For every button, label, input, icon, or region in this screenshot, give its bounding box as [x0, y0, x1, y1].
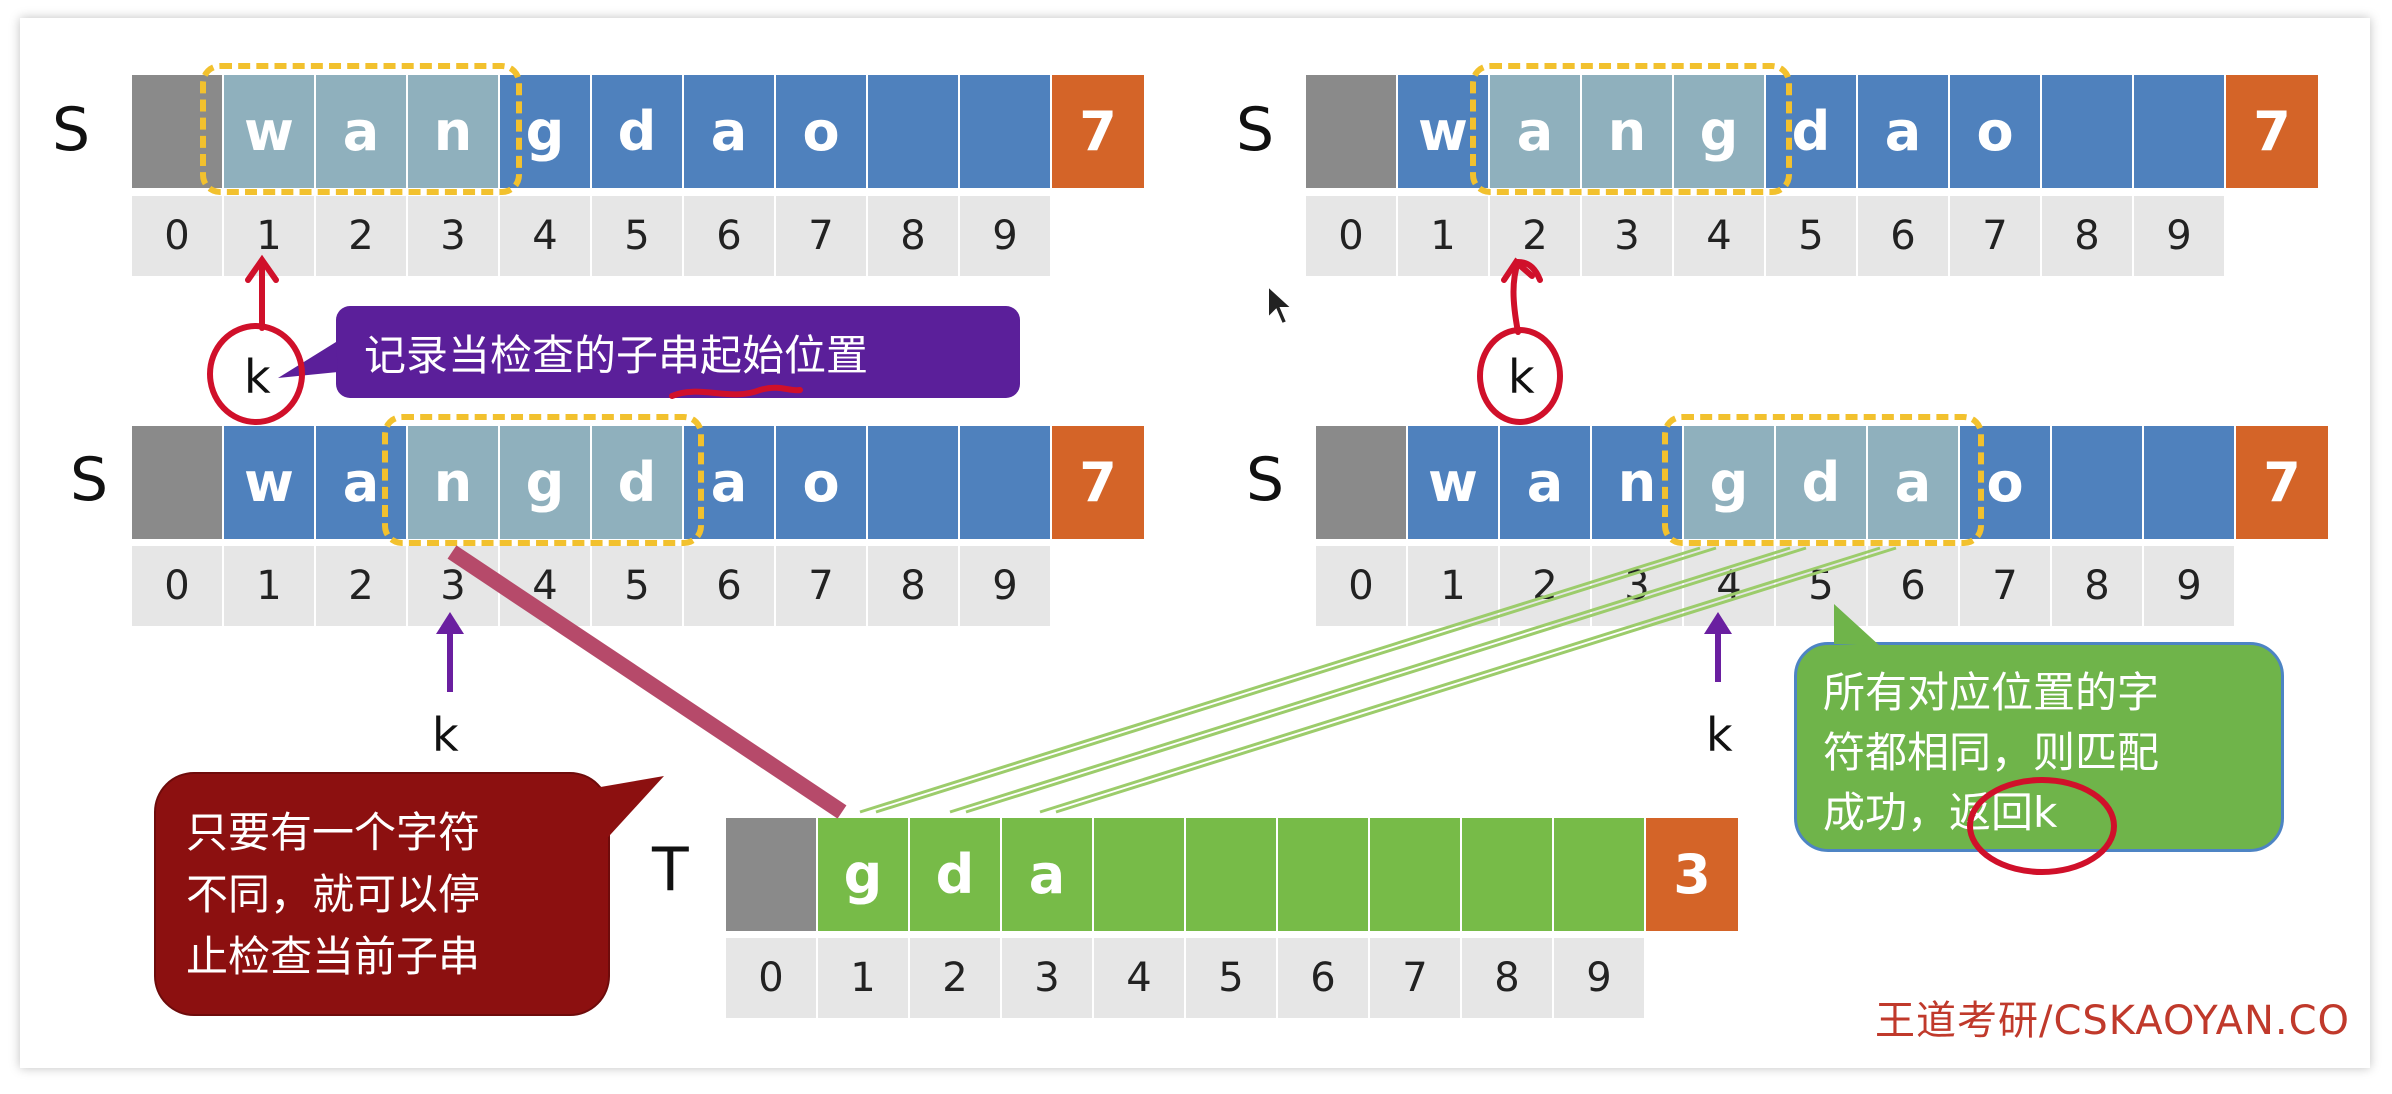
mouse-cursor-icon [1267, 283, 1295, 326]
pen-circle-k [1477, 327, 1563, 425]
mismatch-connector-line [447, 545, 847, 819]
pen-underline [669, 384, 803, 399]
match-connector-lines [859, 546, 1897, 814]
red-callout-tail [560, 776, 664, 846]
purple-callout-tail [278, 342, 338, 378]
green-callout-tail [1834, 604, 1880, 646]
diagram-overlay [207, 254, 2117, 875]
pen-circle-return-k [1967, 777, 2117, 875]
